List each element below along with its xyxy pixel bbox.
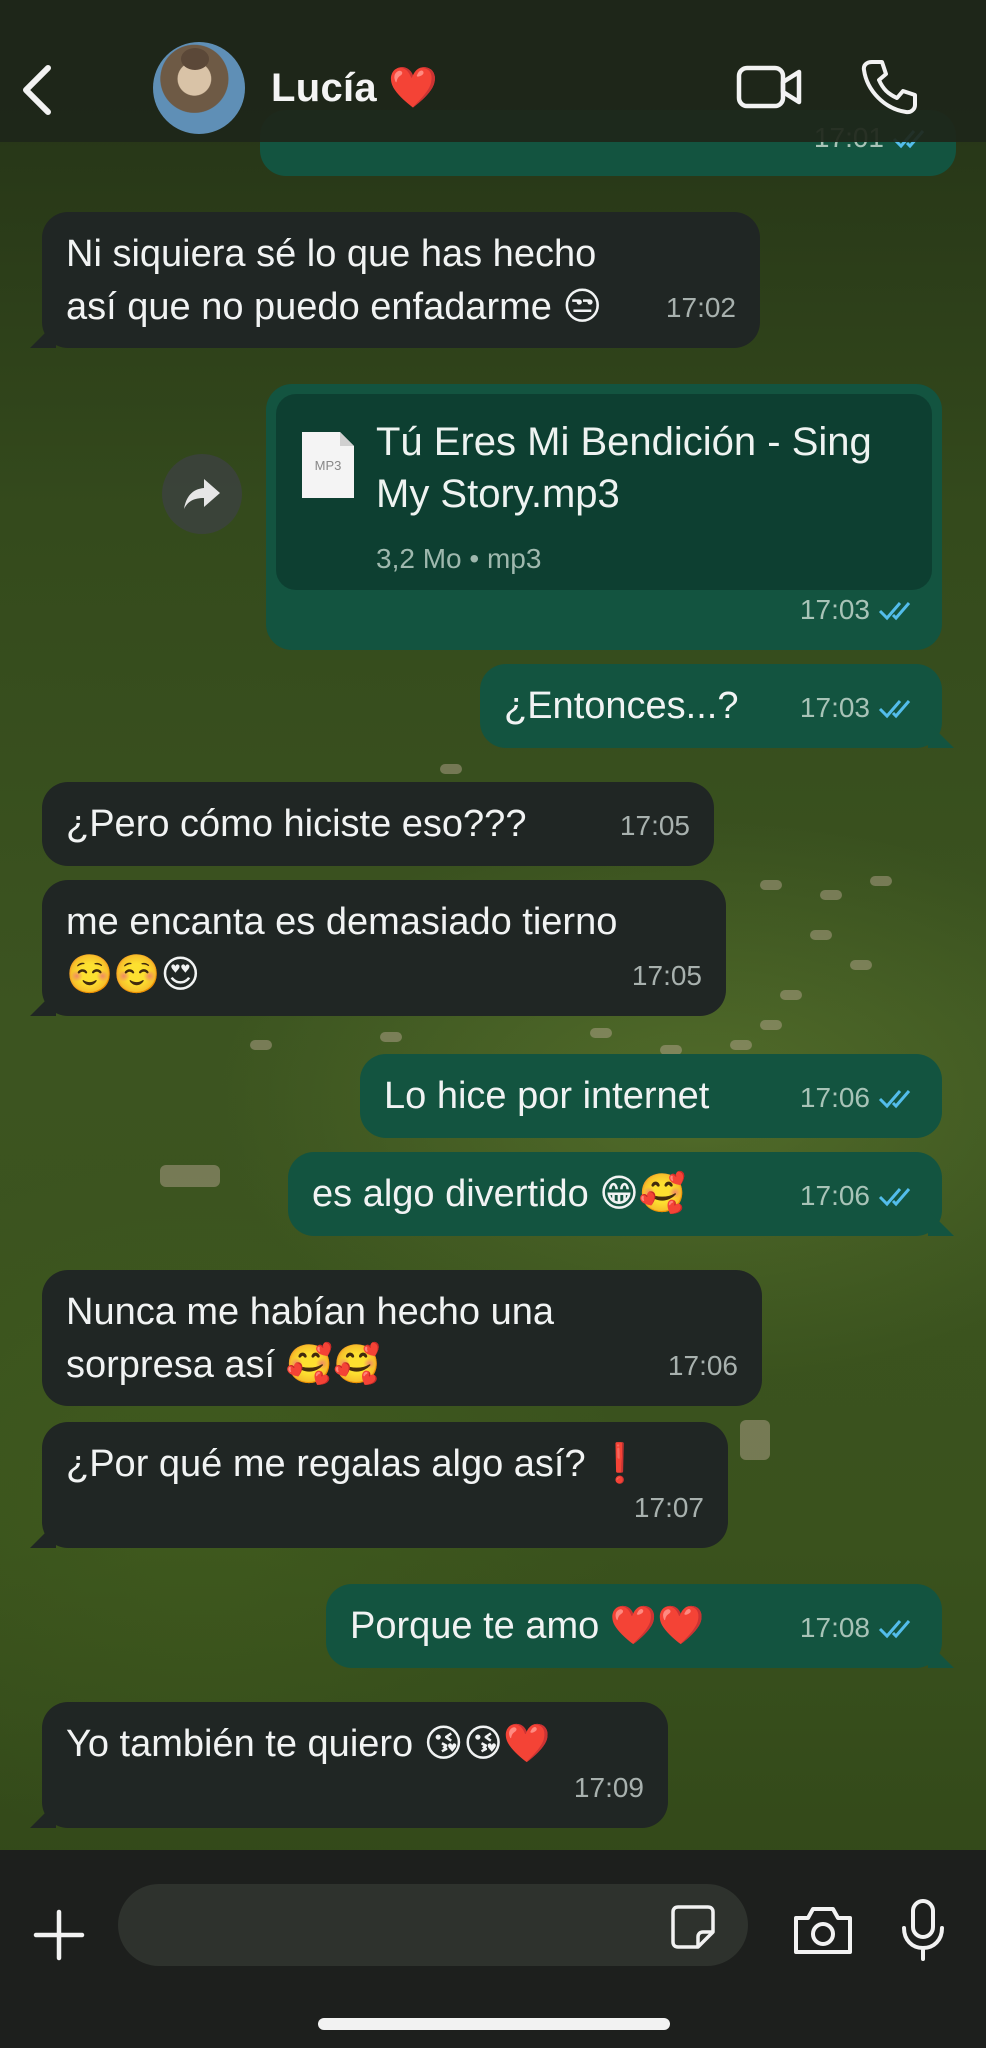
- contact-name[interactable]: Lucía ❤️: [271, 64, 439, 111]
- read-ticks-icon: [878, 601, 911, 620]
- message-time: 17:06: [799, 1082, 870, 1113]
- back-chevron-icon[interactable]: [18, 62, 58, 118]
- message-bubble-incoming[interactable]: me encanta es demasiado tierno ☺️☺️😍 17:…: [42, 880, 726, 1016]
- message-bubble-outgoing[interactable]: Porque te amo ❤️❤️ 17:08: [326, 1584, 942, 1668]
- message-text: ¿Por qué me regalas algo así? ❗️: [66, 1443, 644, 1485]
- message-meta: 17:05: [620, 799, 690, 852]
- message-time: 17:06: [667, 1350, 738, 1381]
- read-ticks-icon: [878, 699, 911, 718]
- message-time: 17:05: [631, 960, 702, 991]
- message-bubble-incoming[interactable]: ¿Pero cómo hiciste eso??? 17:05: [42, 782, 714, 866]
- read-ticks-icon: [878, 1619, 911, 1638]
- message-meta: 17:07: [634, 1481, 704, 1534]
- message-meta: 17:06: [668, 1339, 738, 1392]
- chat-scroll[interactable]: 17:01 Ni siquiera sé lo que has hecho as…: [0, 0, 986, 1850]
- message-bubble-outgoing[interactable]: ¿Entonces...? 17:03: [480, 664, 942, 748]
- message-time: 17:02: [665, 292, 736, 323]
- file-meta: 3,2 Mo • mp3: [376, 543, 542, 574]
- message-bubble-incoming[interactable]: ¿Por qué me regalas algo así? ❗️ 17:07: [42, 1422, 728, 1548]
- message-meta: 17:03: [800, 681, 918, 734]
- message-meta: 17:08: [800, 1601, 918, 1654]
- file-name: Tú Eres Mi Bendición - Sing My Story.mp3: [376, 420, 872, 516]
- message-bubble-incoming[interactable]: Nunca me habían hecho una sorpresa así 🥰…: [42, 1270, 762, 1406]
- home-indicator[interactable]: [318, 2018, 670, 2030]
- message-meta: 17:02: [666, 281, 736, 334]
- composer-bar: [0, 1850, 986, 2048]
- plus-icon[interactable]: [32, 1908, 86, 1962]
- document-icon: MP3: [302, 432, 354, 498]
- message-bubble-outgoing[interactable]: Lo hice por internet 17:06: [360, 1054, 942, 1138]
- message-time: 17:08: [799, 1612, 870, 1643]
- video-call-icon[interactable]: [736, 62, 802, 112]
- message-text: ¿Pero cómo hiciste eso???: [66, 803, 527, 845]
- read-ticks-icon: [878, 1187, 911, 1206]
- message-meta: 17:09: [574, 1761, 644, 1814]
- file-message-bubble[interactable]: MP3 Tú Eres Mi Bendición - Sing My Story…: [266, 384, 942, 650]
- message-input[interactable]: [146, 1884, 666, 1966]
- file-type-label: MP3: [315, 458, 342, 473]
- message-bubble-outgoing[interactable]: es algo divertido 😁🥰 17:06: [288, 1152, 942, 1236]
- message-meta: 17:06: [800, 1169, 918, 1222]
- forward-button[interactable]: [162, 454, 242, 534]
- microphone-icon[interactable]: [900, 1898, 946, 1962]
- sticker-icon[interactable]: [670, 1904, 716, 1950]
- contact-avatar[interactable]: [153, 42, 245, 134]
- message-text: Nunca me habían hecho una sorpresa así 🥰…: [66, 1291, 555, 1386]
- message-time: 17:03: [799, 692, 870, 723]
- file-attachment[interactable]: MP3 Tú Eres Mi Bendición - Sing My Story…: [276, 394, 932, 590]
- message-input-container[interactable]: [118, 1884, 748, 1966]
- message-meta: 17:06: [800, 1071, 918, 1124]
- message-meta: 17:03: [800, 583, 918, 636]
- chat-header: Lucía ❤️: [0, 0, 986, 142]
- message-time: 17:05: [619, 810, 690, 841]
- message-bubble-incoming[interactable]: Yo también te quiero 😘😘❤️ 17:09: [42, 1702, 668, 1828]
- message-time: 17:06: [799, 1180, 870, 1211]
- message-meta: 17:05: [632, 949, 702, 1002]
- message-time: 17:09: [573, 1772, 644, 1803]
- read-ticks-icon: [878, 1089, 911, 1108]
- message-text: Yo también te quiero 😘😘❤️: [66, 1723, 551, 1765]
- phone-icon[interactable]: [860, 58, 918, 116]
- message-bubble-incoming[interactable]: Ni siquiera sé lo que has hecho así que …: [42, 212, 760, 348]
- message-time: 17:03: [799, 594, 870, 625]
- message-time: 17:07: [633, 1492, 704, 1523]
- message-text: Ni siquiera sé lo que has hecho así que …: [66, 233, 603, 328]
- message-text: me encanta es demasiado tierno ☺️☺️😍: [66, 901, 618, 996]
- forward-icon: [184, 479, 220, 509]
- camera-icon[interactable]: [792, 1904, 854, 1956]
